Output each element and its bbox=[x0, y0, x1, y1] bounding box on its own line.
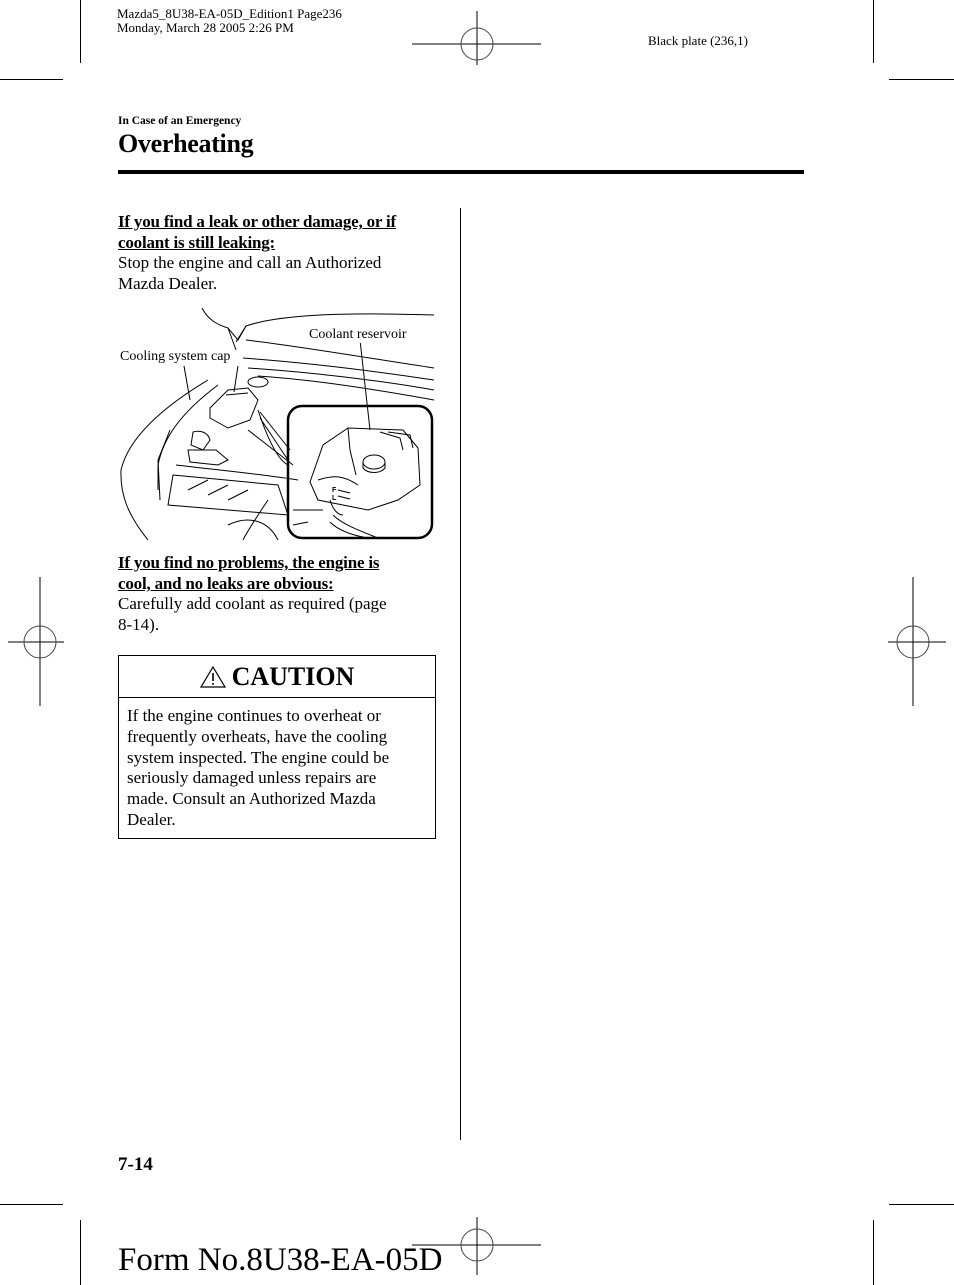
crop-mark-tl-v bbox=[80, 0, 81, 63]
caution-line: made. Consult an Authorized Mazda bbox=[127, 789, 376, 809]
no-problems-subhead-line-2: cool, and no leaks are obvious: bbox=[118, 574, 334, 593]
crop-mark-bl-v bbox=[80, 1220, 81, 1285]
crop-mark-tl-h bbox=[0, 79, 63, 80]
engine-bay-figure: F L Coolant reservoir Cooling system cap bbox=[118, 300, 436, 542]
section-label: In Case of an Emergency bbox=[118, 115, 242, 127]
coolant-reservoir-label: Coolant reservoir bbox=[309, 327, 407, 343]
gauge-f-label: F bbox=[332, 487, 337, 494]
leak-subhead-line-1: If you find a leak or other damage, or i… bbox=[118, 212, 396, 231]
crop-mark-br-v bbox=[873, 1220, 874, 1285]
cooling-system-cap-label: Cooling system cap bbox=[120, 349, 231, 365]
caution-header: CAUTION bbox=[119, 656, 435, 698]
leak-body-line-1: Stop the engine and call an Authorized bbox=[118, 253, 382, 272]
registration-mark-left bbox=[8, 577, 64, 706]
caution-line: frequently overheats, have the cooling bbox=[127, 726, 388, 746]
caution-body: If the engine continues to overheat or f… bbox=[119, 698, 435, 839]
leak-subhead-line-2: coolant is still leaking: bbox=[118, 233, 275, 252]
warning-triangle-icon bbox=[199, 665, 226, 688]
caution-box: CAUTION If the engine continues to overh… bbox=[118, 655, 436, 839]
no-problems-subhead-line-1: If you find no problems, the engine is bbox=[118, 553, 380, 572]
column-divider bbox=[460, 208, 461, 1140]
print-slug: Mazda5_8U38-EA-05D_Edition1 Page236 Mond… bbox=[117, 7, 342, 35]
no-problems-section: If you find no problems, the engine is c… bbox=[118, 552, 438, 635]
caution-line: system inspected. The engine could be bbox=[127, 747, 390, 767]
no-problems-body-line-2: 8-14). bbox=[118, 614, 160, 634]
registration-mark-top bbox=[412, 11, 541, 65]
crop-mark-tr-v bbox=[873, 0, 874, 63]
caution-title: CAUTION bbox=[231, 661, 355, 691]
page-number: 7-14 bbox=[118, 1154, 153, 1175]
caution-line: Dealer. bbox=[127, 809, 176, 829]
caution-line: seriously damaged unless repairs are bbox=[127, 768, 377, 788]
caution-line: If the engine continues to overheat or bbox=[127, 706, 381, 725]
black-plate-label: Black plate (236,1) bbox=[648, 33, 748, 48]
leak-body-line-2: Mazda Dealer. bbox=[118, 273, 218, 293]
form-number: Form No.8U38-EA-05D bbox=[118, 1242, 443, 1278]
page-title: Overheating bbox=[118, 129, 254, 158]
gauge-l-label: L bbox=[332, 495, 337, 502]
slug-line-2: Monday, March 28 2005 2:26 PM bbox=[117, 20, 294, 35]
crop-mark-br-h bbox=[889, 1204, 954, 1205]
crop-mark-tr-h bbox=[889, 79, 954, 80]
leak-section: If you find a leak or other damage, or i… bbox=[118, 211, 438, 294]
registration-mark-right bbox=[888, 577, 946, 706]
title-rule bbox=[118, 170, 804, 174]
no-problems-body-line-1: Carefully add coolant as required (page bbox=[118, 594, 387, 613]
crop-mark-bl-h bbox=[0, 1204, 63, 1205]
slug-line-1: Mazda5_8U38-EA-05D_Edition1 Page236 bbox=[117, 6, 342, 21]
